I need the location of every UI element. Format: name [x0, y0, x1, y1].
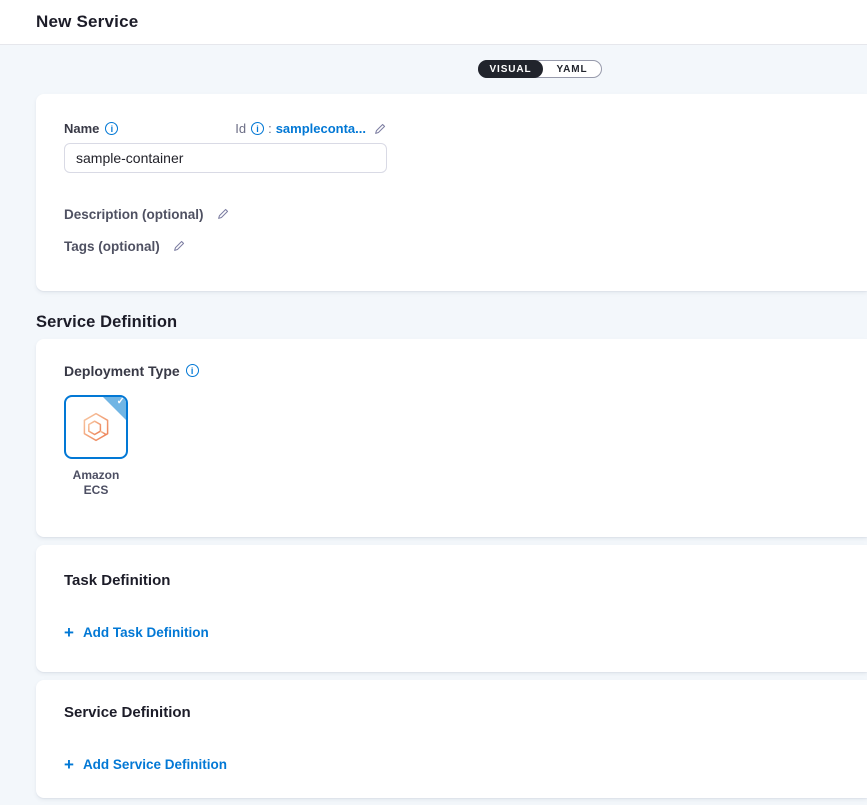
deployment-type-card: Deployment Type i ✓ Amazon ECS	[36, 339, 867, 537]
tags-row: Tags (optional)	[64, 238, 839, 254]
name-label-group: Name i	[64, 121, 118, 136]
task-definition-title: Task Definition	[64, 572, 839, 589]
deployment-type-tile-amazon-ecs[interactable]: ✓	[64, 395, 128, 459]
service-definition-section-title: Service Definition	[36, 313, 867, 332]
id-colon: :	[268, 121, 272, 136]
deployment-type-label-row: Deployment Type i	[64, 362, 839, 379]
edit-tags-icon[interactable]	[172, 239, 186, 253]
tile-label-line1: Amazon	[64, 468, 128, 483]
id-value[interactable]: sampleconta...	[276, 121, 366, 136]
deployment-type-tile-label: Amazon ECS	[64, 468, 128, 498]
visual-yaml-toggle[interactable]: VISUAL YAML	[478, 60, 602, 78]
service-definition-card: Service Definition + Add Service Definit…	[36, 680, 867, 798]
name-input[interactable]	[64, 143, 387, 173]
name-label: Name	[64, 121, 99, 136]
page-header: New Service	[0, 0, 867, 45]
name-info-icon[interactable]: i	[105, 122, 118, 135]
add-task-definition-button[interactable]: + Add Task Definition	[64, 625, 209, 640]
check-icon: ✓	[117, 396, 125, 407]
tags-label: Tags (optional)	[64, 239, 160, 254]
deployment-type-label: Deployment Type	[64, 363, 180, 379]
service-definition-title: Service Definition	[64, 704, 839, 721]
edit-id-icon[interactable]	[373, 122, 387, 136]
edit-description-icon[interactable]	[216, 207, 230, 221]
tile-label-line2: ECS	[64, 483, 128, 498]
add-service-definition-label: Add Service Definition	[83, 757, 227, 772]
deployment-type-info-icon[interactable]: i	[186, 364, 199, 377]
id-group: Id i : sampleconta...	[235, 121, 387, 136]
description-label: Description (optional)	[64, 207, 204, 222]
service-basics-card: Name i Id i : sampleconta... Description…	[36, 94, 867, 291]
plus-icon: +	[64, 758, 74, 772]
description-row: Description (optional)	[64, 206, 839, 222]
add-service-definition-button[interactable]: + Add Service Definition	[64, 757, 227, 772]
name-id-row: Name i Id i : sampleconta...	[64, 120, 387, 137]
toggle-visual-button[interactable]: VISUAL	[478, 60, 543, 78]
add-task-definition-label: Add Task Definition	[83, 625, 209, 640]
id-info-icon[interactable]: i	[251, 122, 264, 135]
id-label: Id	[235, 121, 246, 136]
task-definition-card: Task Definition + Add Task Definition	[36, 545, 867, 672]
plus-icon: +	[64, 626, 74, 640]
toggle-yaml-button[interactable]: YAML	[543, 61, 601, 77]
page-title: New Service	[36, 12, 138, 32]
